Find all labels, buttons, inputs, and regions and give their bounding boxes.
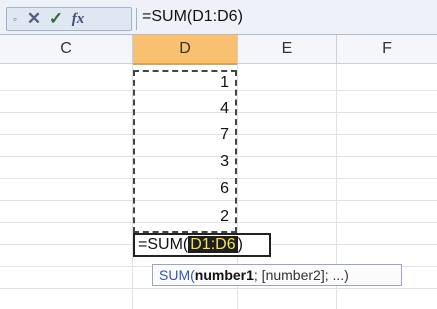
name-box-dropdown-icon[interactable]: ◦ <box>7 12 23 26</box>
editor-suffix: ) <box>237 236 243 253</box>
function-tooltip: SUM(number1; [number2]; ...) <box>152 264 402 286</box>
formula-bar: ◦ ✕ ✓ fx =SUM(D1:D6) <box>0 0 437 35</box>
column-header-d[interactable]: D <box>133 35 238 65</box>
cancel-icon[interactable]: ✕ <box>23 9 45 29</box>
insert-function-icon[interactable]: fx <box>67 11 89 28</box>
formula-bar-buttons: ◦ ✕ ✓ fx <box>6 7 132 31</box>
range-selection-marquee <box>133 70 237 233</box>
editor-prefix: =SUM( <box>138 236 189 253</box>
enter-icon[interactable]: ✓ <box>45 9 67 29</box>
tooltip-function-name[interactable]: SUM( <box>159 267 195 283</box>
active-cell-editor[interactable]: =SUM(D1:D6) <box>133 233 271 257</box>
formula-bar-divider <box>136 8 137 30</box>
tooltip-rest-args: ; [number2]; ...) <box>253 267 349 283</box>
tooltip-current-arg: number1 <box>194 267 254 283</box>
editor-range-reference[interactable]: D1:D6 <box>188 236 238 253</box>
column-header-f[interactable]: F <box>337 35 437 64</box>
column-header-c[interactable]: C <box>0 35 133 64</box>
formula-input[interactable]: =SUM(D1:D6) <box>142 5 243 29</box>
column-header-e[interactable]: E <box>238 35 337 64</box>
